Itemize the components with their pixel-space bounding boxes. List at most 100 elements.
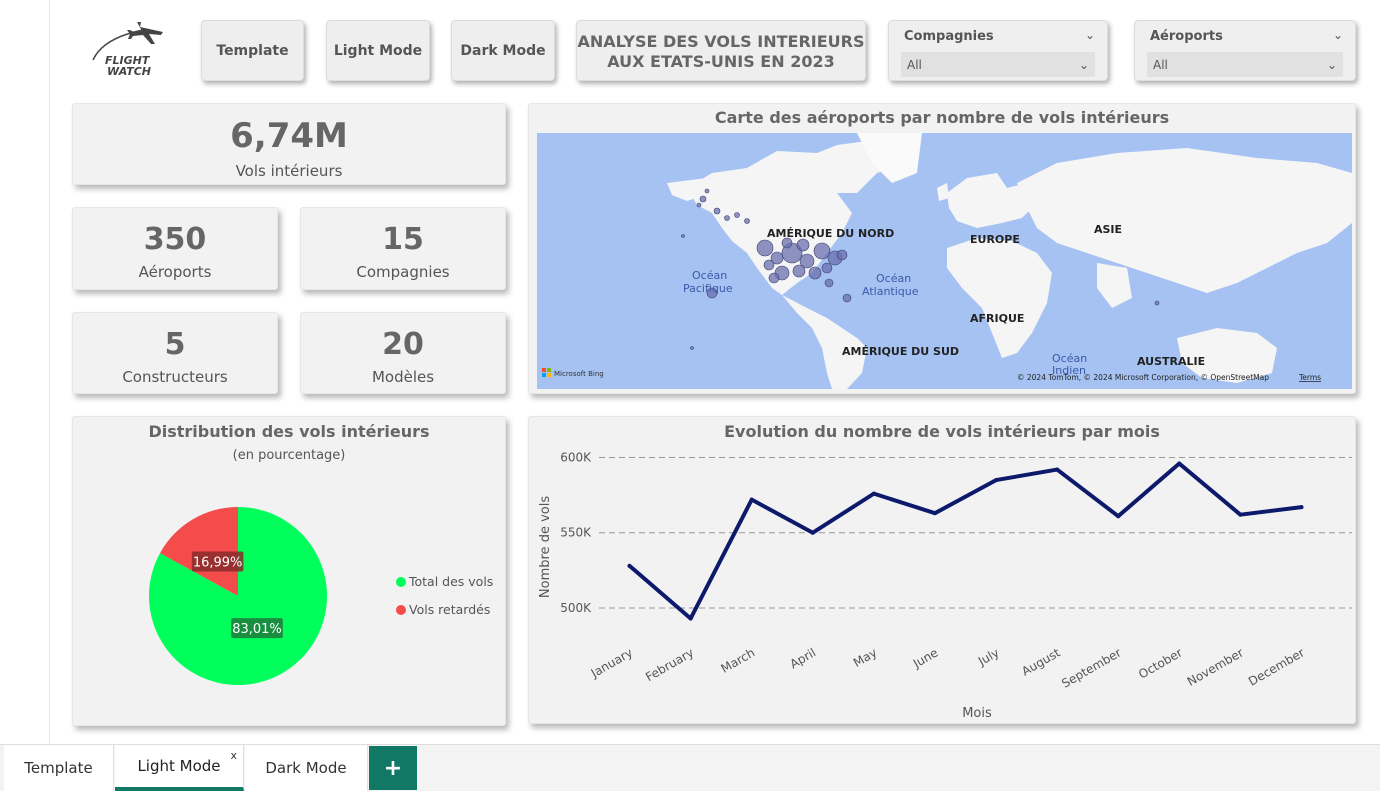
kpi-models-label: Modèles (371, 368, 435, 386)
kpi-airlines-label: Compagnies (356, 263, 450, 281)
add-page-button[interactable]: + (369, 746, 417, 790)
tab-dark-mode-label: Dark Mode (265, 759, 347, 777)
chevron-down-icon[interactable]: ⌄ (1333, 28, 1343, 42)
x-tick-label: December (1246, 645, 1307, 688)
x-tick-label: November (1185, 645, 1246, 688)
tab-dark-mode[interactable]: Dark Mode (245, 745, 368, 791)
kpi-card-manufacturers: 5 Constructeurs (72, 312, 278, 394)
y-axis-title: Nombre de vols (538, 496, 553, 598)
map-terms-link[interactable]: Terms (1298, 373, 1321, 382)
chevron-down-icon: ⌄ (1326, 57, 1337, 72)
airport-bubble[interactable] (681, 234, 685, 238)
map-copyright: © 2024 TomTom, © 2024 Microsoft Corporat… (1017, 373, 1269, 382)
airline-select[interactable]: All ⌄ (901, 52, 1095, 77)
x-tick-label: January (588, 645, 635, 680)
airport-bubble[interactable] (796, 238, 810, 252)
tab-light-mode[interactable]: Light Mode x (115, 745, 244, 791)
airport-select[interactable]: All ⌄ (1147, 52, 1343, 77)
pie-data-label: 83,01% (232, 622, 282, 637)
x-tick-label: July (975, 645, 1002, 668)
map-label-atlantic-2: Atlantique (862, 285, 919, 298)
airport-bubble[interactable] (704, 188, 710, 194)
legend-marker (396, 577, 406, 587)
map-label-pacific-2: Pacifique (683, 282, 733, 295)
data-point[interactable] (1238, 512, 1243, 517)
data-point[interactable] (810, 530, 815, 535)
legend-item[interactable]: Vols retardés (409, 602, 490, 617)
airport-bubble[interactable] (1154, 300, 1160, 306)
kpi-flights-label: Vols intérieurs (235, 162, 343, 180)
airport-bubble[interactable] (756, 239, 774, 257)
kpi-manufacturers-label: Constructeurs (122, 368, 228, 386)
airport-bubble[interactable] (690, 346, 694, 350)
airport-bubble[interactable] (763, 259, 775, 271)
airport-bubble[interactable] (768, 272, 780, 284)
airport-bubble[interactable] (836, 249, 848, 261)
map-label-atlantic-1: Océan (876, 272, 911, 285)
report-title-line2: AUX ETATS-UNIS EN 2023 (607, 52, 835, 71)
x-axis-title: Mois (962, 706, 992, 721)
airline-slicer[interactable]: Compagnies ⌄ All ⌄ (888, 20, 1108, 81)
report-title: ANALYSE DES VOLS INTERIEURS AUX ETATS-UN… (576, 20, 866, 81)
y-tick-label: 600K (560, 451, 592, 465)
light-mode-button[interactable]: Light Mode (326, 20, 430, 81)
airport-bubble[interactable] (821, 262, 833, 274)
pie-data-label: 16,99% (193, 556, 243, 571)
legend-marker (396, 605, 406, 615)
airport-bubble[interactable] (699, 195, 707, 203)
data-point[interactable] (871, 491, 876, 496)
data-point[interactable] (688, 616, 693, 621)
airport-slicer-label: Aéroports (1150, 29, 1223, 44)
left-gutter (0, 0, 50, 744)
kpi-manufacturers-value: 5 (164, 327, 186, 362)
kpi-card-flights: 6,74M Vols intérieurs (72, 103, 506, 185)
data-point[interactable] (1116, 514, 1121, 519)
airport-bubble[interactable] (734, 212, 740, 218)
map-label-pacific-1: Océan (692, 269, 727, 282)
airport-bubble[interactable] (824, 278, 834, 288)
kpi-card-models: 20 Modèles (300, 312, 506, 394)
line-card: Evolution du nombre de vols intérieurs p… (528, 416, 1356, 724)
pie-chart[interactable]: 83,01% 16,99% Total des vols Vols retardés (73, 417, 507, 727)
x-tick-label: February (643, 645, 696, 684)
chevron-down-icon: ⌄ (1078, 57, 1089, 72)
airport-bubble[interactable] (842, 293, 852, 303)
airport-bubble[interactable] (808, 266, 822, 280)
data-point[interactable] (1299, 505, 1304, 510)
flight-watch-logo: FLIGHT WATCH (85, 20, 170, 80)
x-tick-label: March (719, 645, 758, 675)
airline-slicer-label: Compagnies (904, 29, 994, 44)
airport-bubble[interactable] (744, 218, 750, 224)
chevron-down-icon[interactable]: ⌄ (1085, 28, 1095, 42)
x-tick-label: April (788, 645, 819, 671)
x-tick-label: September (1059, 645, 1123, 690)
close-icon[interactable]: x (230, 749, 237, 762)
data-point[interactable] (627, 563, 632, 568)
airport-bubble[interactable] (813, 242, 831, 260)
airport-slicer[interactable]: Aéroports ⌄ All ⌄ (1134, 20, 1356, 81)
map-label-south-america: AMÉRIQUE DU SUD (842, 345, 959, 358)
airport-bubble[interactable] (792, 264, 806, 278)
data-point[interactable] (1177, 461, 1182, 466)
airport-bubble[interactable] (696, 202, 702, 208)
x-tick-label: October (1136, 645, 1185, 681)
line-chart[interactable]: 500K 550K 600K January February March April May… (529, 417, 1357, 725)
legend-item[interactable]: Total des vols (408, 574, 493, 589)
tab-template-label: Template (24, 759, 93, 777)
dark-mode-button[interactable]: Dark Mode (451, 20, 555, 81)
kpi-models-value: 20 (382, 327, 424, 362)
x-tick-label: August (1019, 645, 1063, 678)
data-point[interactable] (994, 478, 999, 483)
kpi-airports-label: Aéroports (138, 263, 212, 281)
map-visual[interactable]: AMÉRIQUE DU NORD EUROPE ASIE AFRIQUE AMÉ… (537, 133, 1352, 389)
template-button[interactable]: Template (201, 20, 304, 81)
data-point[interactable] (1055, 467, 1060, 472)
data-point[interactable] (932, 511, 937, 516)
map-label-asia: ASIE (1094, 223, 1122, 236)
tab-template[interactable]: Template (4, 745, 114, 791)
line-series[interactable] (627, 461, 1304, 621)
data-point[interactable] (749, 497, 754, 502)
airport-bubble[interactable] (713, 207, 721, 215)
map-label-europe: EUROPE (970, 233, 1020, 246)
airport-bubble[interactable] (724, 215, 730, 221)
